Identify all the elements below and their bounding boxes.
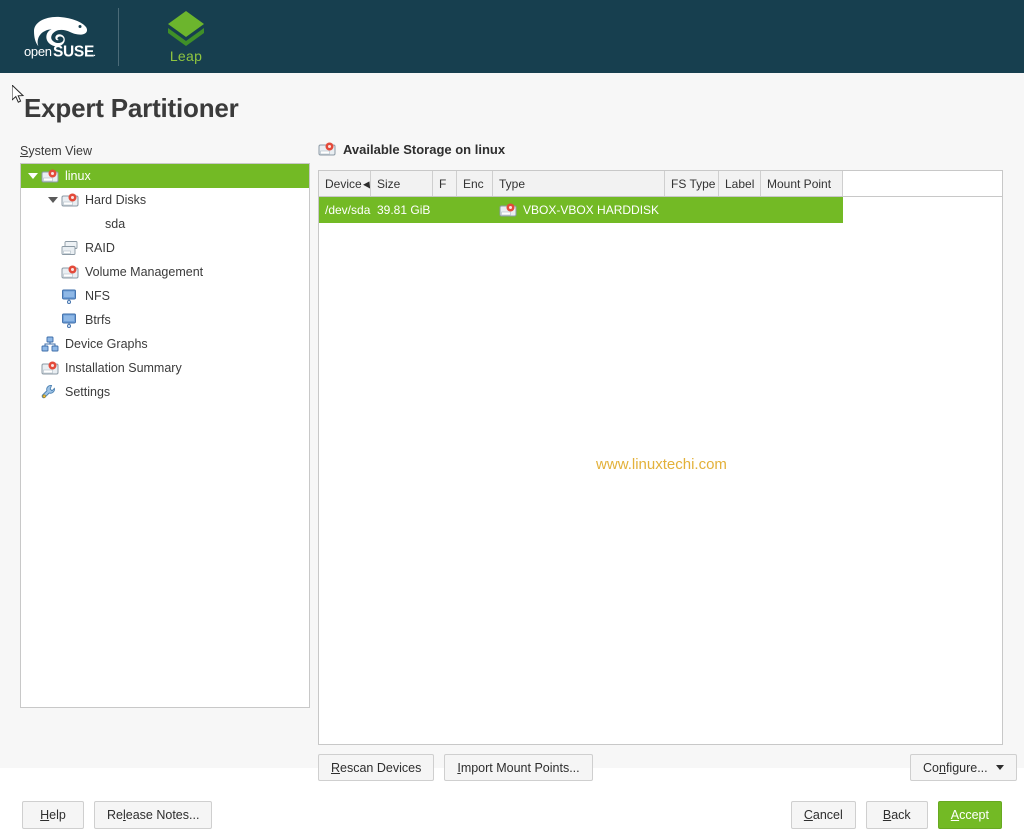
- column-header-enc[interactable]: Enc: [457, 171, 493, 196]
- cell-text: 39.81 GiB: [377, 203, 431, 217]
- cell-label: [719, 197, 761, 223]
- column-header-label: Label: [725, 176, 755, 191]
- cancel-button[interactable]: Cancel: [790, 801, 856, 829]
- cell-f: [433, 197, 457, 223]
- back-button[interactable]: Back: [865, 801, 928, 829]
- chevron-down-icon[interactable]: [45, 192, 61, 208]
- tree-item-linux[interactable]: linux: [21, 164, 309, 188]
- page-title: Expert Partitioner: [24, 93, 239, 123]
- harddisk-icon: [41, 360, 59, 376]
- tree-item-btrfs[interactable]: Btrfs: [21, 308, 309, 332]
- column-header-label[interactable]: Label: [719, 171, 761, 196]
- tree-item-label: Settings: [65, 384, 111, 399]
- tree-item-installation-summary[interactable]: Installation Summary: [21, 356, 309, 380]
- column-header-f[interactable]: F: [433, 171, 457, 196]
- cell-text: /dev/sda: [325, 203, 371, 217]
- tree-item-label: Hard Disks: [85, 192, 147, 207]
- storage-table-body: /dev/sda 39.81 GiB VBOX-VBOX HARDDISK: [319, 197, 1002, 223]
- column-header-mount-point[interactable]: Mount Point: [761, 171, 843, 196]
- cell-text: VBOX-VBOX HARDDISK: [523, 203, 660, 217]
- column-header-type[interactable]: Type: [493, 171, 665, 196]
- column-header-label: FS Type: [671, 176, 716, 191]
- svg-text:SUSE: SUSE: [53, 43, 94, 60]
- tree-item-label: sda: [105, 216, 126, 231]
- banner-divider: [118, 7, 119, 66]
- wizard-footer: Help Re l ease Notes... Cancel Back Accept: [0, 728, 1024, 829]
- svg-text:open: open: [24, 44, 52, 59]
- tree-item-label: linux: [65, 168, 91, 183]
- cell-device: /dev/sda: [319, 197, 371, 223]
- harddisk-icon: [61, 264, 79, 280]
- sort-ascending-icon: [362, 178, 370, 189]
- page-body: Expert Partitioner System View linux Hard…: [0, 73, 1024, 829]
- harddisk-icon: [61, 192, 79, 208]
- tree-item-settings[interactable]: Settings: [21, 380, 309, 404]
- release-notes-button[interactable]: Re l ease Notes...: [94, 801, 213, 829]
- accept-button[interactable]: Accept: [937, 801, 1002, 829]
- column-header-filler: [843, 171, 1002, 196]
- help-button[interactable]: Help: [22, 801, 84, 829]
- storage-table-panel: Device Size F Enc Type FS Type Label Mount Poin…: [318, 170, 1003, 745]
- tree-item-label: Volume Management: [85, 264, 204, 279]
- footer-right-buttons: Cancel Back Accept: [790, 801, 1002, 829]
- raid-icon: [61, 240, 79, 256]
- system-view-tree[interactable]: linux Hard Disks sda RAID Volume Management N…: [20, 163, 310, 708]
- app-banner: open SUSE . Leap: [0, 0, 1024, 73]
- harddisk-icon: [318, 141, 336, 157]
- column-header-label: Size: [377, 176, 401, 191]
- watermark: www.linuxtechi.com: [596, 456, 727, 473]
- harddisk-icon: [499, 202, 517, 218]
- column-header-label: Device: [325, 176, 362, 191]
- svg-text:.: .: [93, 47, 96, 59]
- leap-logo-icon: [168, 11, 204, 46]
- network-folder-icon: [61, 312, 79, 328]
- cell-type: VBOX-VBOX HARDDISK: [493, 197, 665, 223]
- wrench-icon: [41, 384, 59, 400]
- harddisk-icon: [41, 168, 59, 184]
- cell-size: 39.81 GiB: [371, 197, 433, 223]
- column-header-label: Mount Point: [767, 176, 832, 191]
- leap-label: Leap: [169, 48, 203, 64]
- tree-item-device-graphs[interactable]: Device Graphs: [21, 332, 309, 356]
- available-storage-heading: Available Storage on linux: [318, 141, 505, 157]
- footer-left-buttons: Help Re l ease Notes...: [22, 801, 213, 829]
- tree-item-raid[interactable]: RAID: [21, 236, 309, 260]
- table-row[interactable]: /dev/sda 39.81 GiB VBOX-VBOX HARDDISK: [319, 197, 843, 223]
- cell-enc: [457, 197, 493, 223]
- network-folder-icon: [61, 288, 79, 304]
- cell-mount_point: [761, 197, 843, 223]
- storage-table-header: Device Size F Enc Type FS Type Label Mount Poin…: [319, 171, 1002, 197]
- available-storage-heading-text: Available Storage on linux: [343, 141, 506, 157]
- tree-item-label: Btrfs: [85, 312, 111, 327]
- tree-item-nfs[interactable]: NFS: [21, 284, 309, 308]
- tree-item-label: Device Graphs: [65, 336, 148, 351]
- column-header-label: F: [439, 176, 447, 191]
- column-header-label: Enc: [463, 176, 484, 191]
- cell-fs_type: [665, 197, 719, 223]
- column-header-device[interactable]: Device: [319, 171, 371, 196]
- chevron-down-icon[interactable]: [25, 168, 41, 184]
- tree-item-label: RAID: [85, 240, 115, 255]
- column-header-fs-type[interactable]: FS Type: [665, 171, 719, 196]
- leap-edition-badge: Leap: [155, 9, 217, 64]
- tree-item-label: NFS: [85, 288, 110, 303]
- tree-item-label: Installation Summary: [65, 360, 182, 375]
- tree-item-sda[interactable]: sda: [21, 212, 309, 236]
- column-header-label: Type: [499, 176, 526, 191]
- column-header-size[interactable]: Size: [371, 171, 433, 196]
- system-view-label: System View: [20, 144, 93, 158]
- opensuse-logo: open SUSE .: [14, 9, 102, 65]
- tree-item-volume-management[interactable]: Volume Management: [21, 260, 309, 284]
- tree-item-hard-disks[interactable]: Hard Disks: [21, 188, 309, 212]
- graph-icon: [41, 336, 59, 352]
